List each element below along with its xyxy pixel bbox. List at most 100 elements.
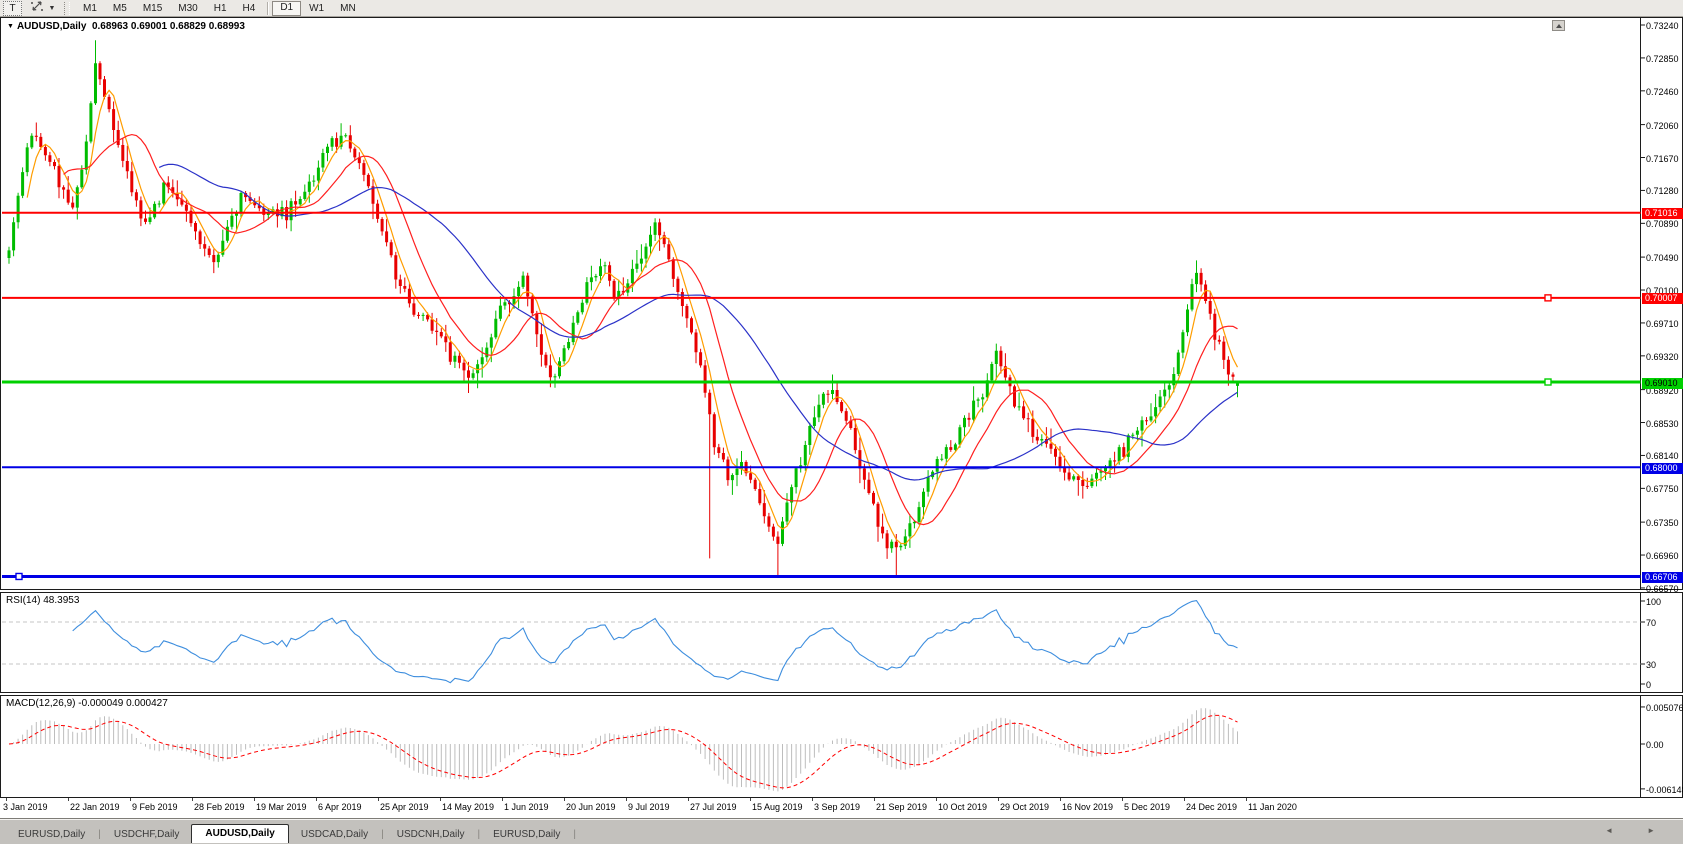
timeframe-button-m15[interactable]: M15 [135,2,170,15]
date-tick-label: 27 Jul 2019 [690,802,737,812]
date-axis-tick [440,798,441,801]
chart-tab-eurusd-daily[interactable]: EURUSD,Daily [481,827,572,843]
chart-tabs: EURUSD,Daily|USDCHF,DailyAUDUSD,DailyUSD… [6,823,577,843]
date-axis-tick [750,798,751,801]
date-tick-label: 22 Jan 2019 [70,802,120,812]
macd-tick-label: 0.005076 [1646,703,1683,713]
ma-line-5 [27,90,1237,544]
chart-title: ▼AUDUSD,Daily 0.68963 0.69001 0.68829 0.… [7,21,245,32]
cursor-tool-dropdown-caret[interactable]: ▼ [47,2,57,15]
date-axis[interactable]: 3 Jan 2019 22 Jan 2019 9 Feb 2019 28 Feb 20… [0,798,1683,818]
price-tick-label: 0.73240 [1646,21,1679,31]
chart-tab-bar: EURUSD,Daily|USDCHF,DailyAUDUSD,DailyUSD… [0,818,1683,844]
toolbar-grip[interactable] [64,2,70,15]
rsi-label: RSI(14) 48.3953 [6,595,79,606]
price-chart-canvas[interactable] [1,18,1682,589]
date-tick-label: 1 Jun 2019 [504,802,549,812]
collapse-arrow-icon[interactable]: ▼ [7,23,14,30]
date-tick-label: 9 Feb 2019 [132,802,178,812]
timeframe-button-h1[interactable]: H1 [206,2,235,15]
timeframe-button-mn[interactable]: MN [332,2,364,15]
macd-chart-canvas[interactable] [1,696,1682,797]
chart-tab-usdcnh-daily[interactable]: USDCNH,Daily [385,827,477,843]
date-tick-label: 24 Dec 2019 [1186,802,1237,812]
date-axis-tick [998,798,999,801]
rsi-tick-label: 0 [1646,680,1651,690]
tab-scroll-left-button[interactable]: ◄ [1605,826,1613,836]
macd-indicator-panel: MACD(12,26,9) -0.000049 0.000427 0.00507… [0,695,1683,798]
chart-symbol-period: AUDUSD,Daily [17,21,86,32]
rsi-indicator-panel: RSI(14) 48.3953 10070300 [0,592,1683,693]
price-line-badge-0.71016: 0.71016 [1642,208,1683,219]
price-tick-label: 0.68140 [1646,451,1679,461]
date-tick-label: 20 Jun 2019 [566,802,616,812]
axis-scroll-button[interactable] [1552,20,1565,31]
date-axis-tick [874,798,875,801]
date-tick-label: 15 Aug 2019 [752,802,803,812]
chart-tab-eurusd-daily[interactable]: EURUSD,Daily [6,827,97,843]
macd-tick-label: 0.00 [1646,740,1664,750]
hline-handle[interactable] [1545,295,1551,301]
date-axis-tick [626,798,627,801]
price-line-badge-0.68000: 0.68000 [1642,463,1683,474]
chart-tab-usdchf-daily[interactable]: USDCHF,Daily [102,827,192,843]
date-tick-label: 5 Dec 2019 [1124,802,1170,812]
date-tick-label: 3 Sep 2019 [814,802,860,812]
price-tick-label: 0.70890 [1646,219,1679,229]
toolbar: T ▼ M1M5M15M30H1H4 D1W1MN [0,0,1683,17]
price-tick-label: 0.66960 [1646,551,1679,561]
timeframe-group: M1M5M15M30H1H4 D1W1MN [75,1,364,16]
price-line-badge-0.70007: 0.70007 [1642,293,1683,304]
timeframe-button-m1[interactable]: M1 [75,2,105,15]
date-tick-label: 16 Nov 2019 [1062,802,1113,812]
hline-handle[interactable] [1545,379,1551,385]
rsi-chart-canvas[interactable] [1,593,1682,692]
mt4-window: T ▼ M1M5M15M30H1H4D1W1MN ▼AUDUSD,Daily 0… [0,0,1683,844]
up-candle-bodies [8,63,1240,548]
toolbar-separator [267,2,268,15]
timeframe-button-h4[interactable]: H4 [235,2,264,15]
timeframe-button-m30[interactable]: M30 [170,2,205,15]
date-tick-label: 10 Oct 2019 [938,802,987,812]
chart-ohlc-values: 0.68963 0.69001 0.68829 0.68993 [92,21,245,32]
timeframe-button-m5[interactable]: M5 [105,2,135,15]
price-tick-label: 0.68530 [1646,419,1679,429]
date-tick-label: 29 Oct 2019 [1000,802,1049,812]
ma-line-34 [159,164,1237,480]
price-tick-label: 0.71280 [1646,186,1679,196]
date-axis-tick [564,798,565,801]
date-tick-label: 28 Feb 2019 [194,802,245,812]
price-tick-label: 0.66570 [1646,584,1679,594]
up-candle-wicks [9,40,1238,553]
price-line-badge-0.66706: 0.66706 [1642,572,1683,583]
price-tick-label: 0.67350 [1646,518,1679,528]
timeframe-button-d1[interactable]: D1 [272,1,301,16]
timeframe-button-w1[interactable]: W1 [301,2,332,15]
down-candle-bodies [35,63,1235,548]
date-tick-label: 25 Apr 2019 [380,802,429,812]
down-candle-wicks [36,61,1233,576]
hline-handle[interactable] [16,573,22,579]
date-axis-tick [1184,798,1185,801]
date-axis-tick [1060,798,1061,801]
price-line-badge-0.69010: 0.69010 [1642,378,1683,389]
date-tick-label: 9 Jul 2019 [628,802,670,812]
date-axis-tick [812,798,813,801]
up-triangle-icon [1556,24,1562,28]
macd-signal-line [9,715,1238,788]
text-tool-button[interactable]: T [3,1,22,16]
tab-scroll-right-button[interactable]: ► [1647,826,1655,836]
date-axis-tick [1122,798,1123,801]
price-tick-label: 0.72850 [1646,54,1679,64]
chart-tab-usdcad-daily[interactable]: USDCAD,Daily [289,827,380,843]
price-tick-label: 0.69320 [1646,352,1679,362]
chart-tab-audusd-daily[interactable]: AUDUSD,Daily [191,824,288,843]
date-axis-tick [1246,798,1247,801]
date-tick-label: 3 Jan 2019 [3,802,48,812]
rsi-tick-label: 70 [1646,618,1656,628]
cursor-tool-button[interactable] [28,2,46,15]
date-tick-label: 14 May 2019 [442,802,494,812]
date-axis-tick [6,798,7,801]
date-axis-tick [254,798,255,801]
date-axis-tick [502,798,503,801]
